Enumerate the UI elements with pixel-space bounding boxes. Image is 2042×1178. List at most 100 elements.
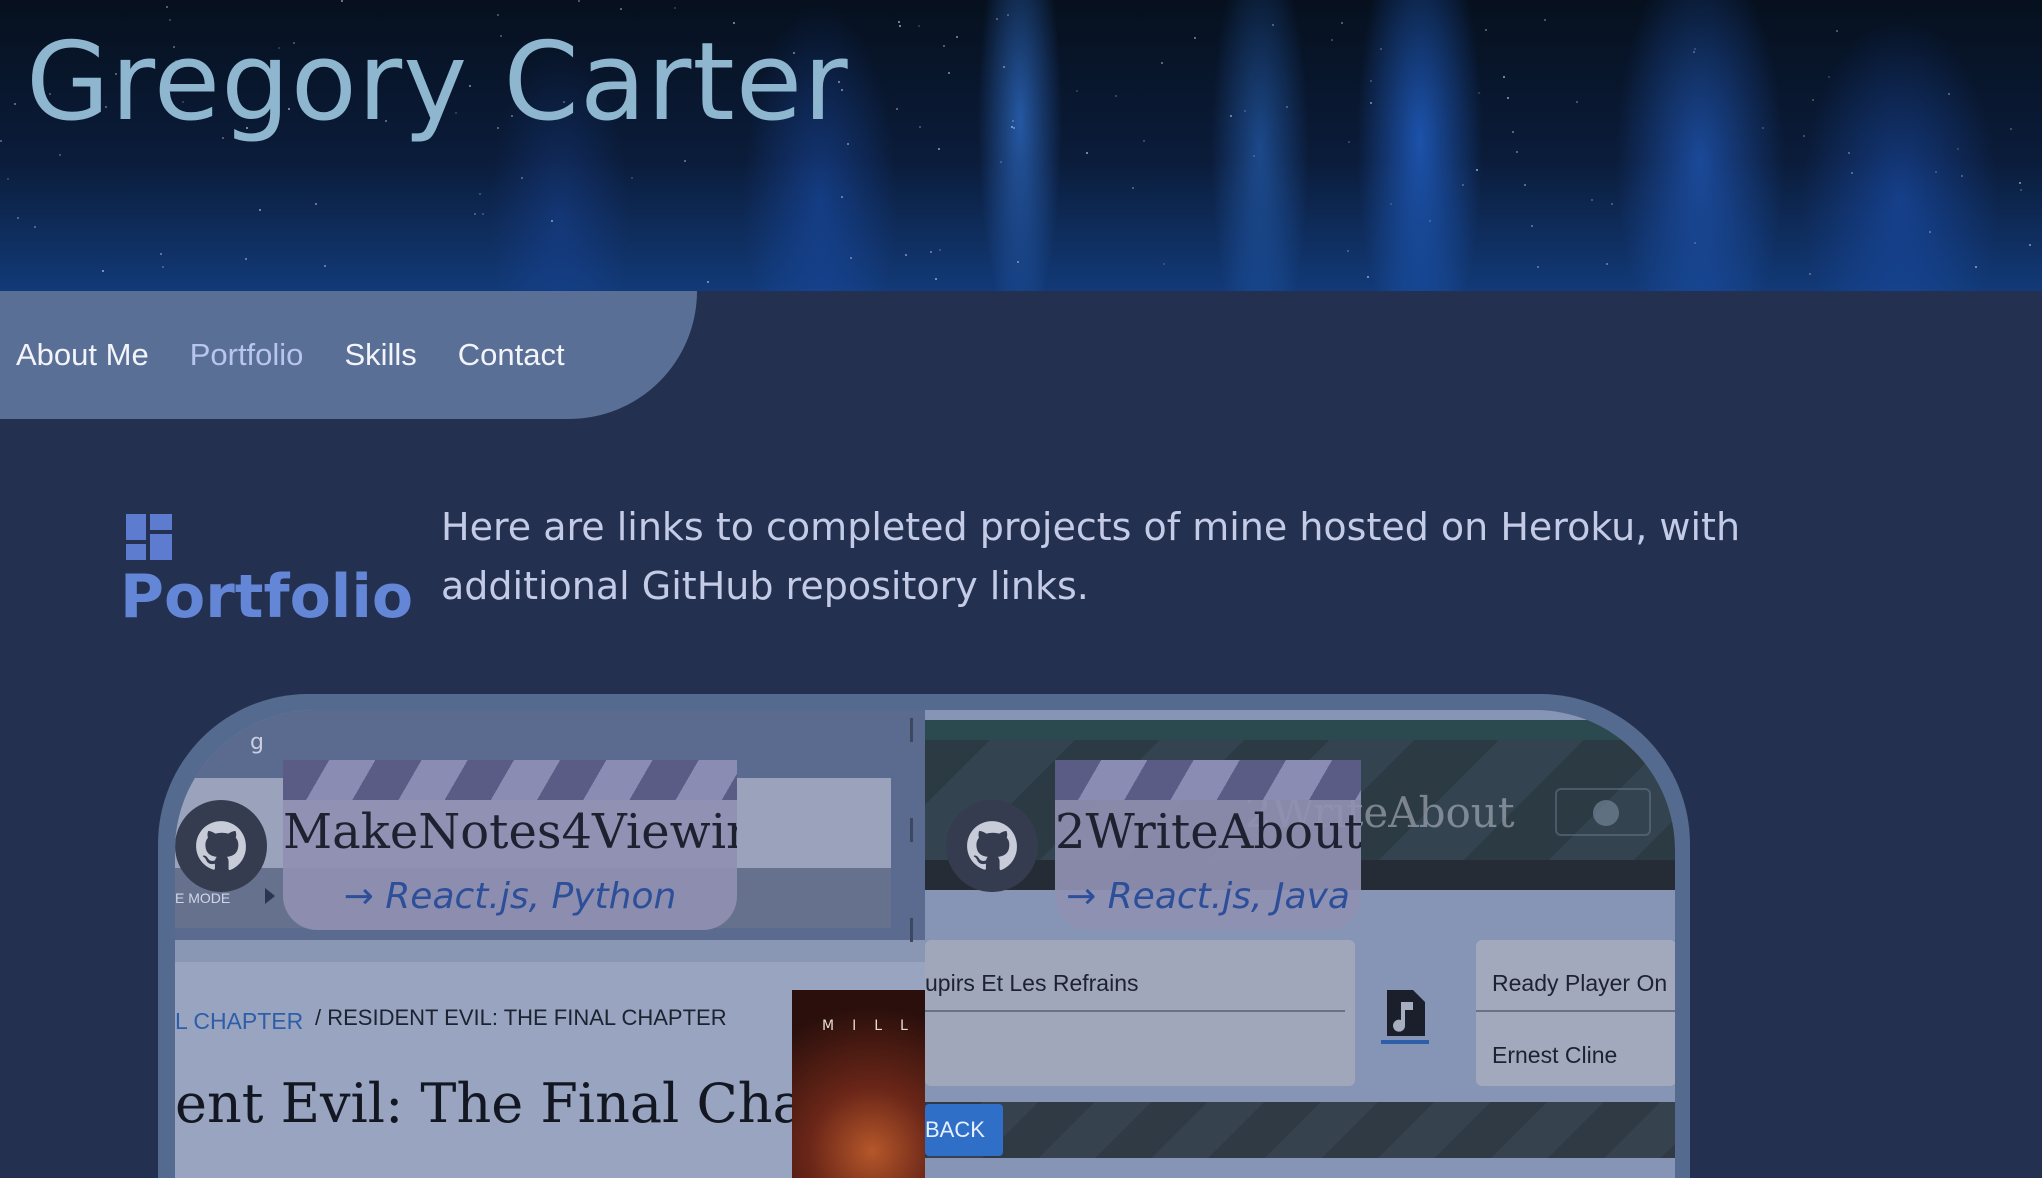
star-dot [1370, 80, 1372, 82]
github-link-2writeabout[interactable] [946, 800, 1038, 892]
project-tech: → React.js, Java [1066, 876, 1350, 917]
star-dot [1576, 101, 1578, 103]
star-dot [674, 7, 676, 9]
star-dot [1331, 39, 1333, 41]
star-dot [7, 178, 9, 180]
star-dot [1485, 29, 1487, 31]
star-dot [1531, 225, 1533, 227]
github-icon [967, 821, 1017, 871]
star-dot [1848, 152, 1850, 154]
music-note-icon [1377, 986, 1433, 1046]
divider-handle [910, 718, 913, 742]
star-dot [0, 140, 2, 142]
star-dot [1076, 90, 1078, 92]
input-value: upirs Et Les Refrains [925, 970, 1139, 996]
star-dot [1390, 203, 1392, 205]
star-dot [948, 72, 950, 74]
star-dot [1013, 127, 1015, 129]
star-dot [1948, 93, 1950, 95]
star-dot [938, 148, 940, 150]
star-dot [324, 265, 326, 267]
star-dot [905, 254, 907, 256]
star-dot [259, 209, 261, 211]
star-dot [899, 25, 901, 27]
dashboard-icon [126, 514, 172, 560]
star-dot [620, 8, 622, 10]
star-dot [1163, 263, 1165, 265]
star-dot [1611, 203, 1613, 205]
star-dot [1836, 30, 1838, 32]
star-dot [1286, 106, 1288, 108]
divider-handle [910, 918, 913, 942]
back-button: BACK [925, 1104, 1003, 1156]
star-dot [1809, 273, 1811, 275]
poster-text: MILL [822, 1018, 926, 1034]
star-dot [1132, 187, 1134, 189]
star-dot [2029, 244, 2031, 246]
nav-item-contact[interactable]: Contact [458, 337, 565, 373]
breadcrumb-link: L CHAPTER [175, 1008, 304, 1034]
star-dot [1115, 95, 1117, 97]
star-dot [2010, 128, 2012, 130]
nav-item-portfolio[interactable]: Portfolio [190, 337, 304, 373]
star-dot [474, 213, 476, 215]
star-dot [996, 18, 998, 20]
mode-label: E MODE [175, 890, 231, 906]
star-dot [930, 251, 932, 253]
star-dot [1230, 115, 1232, 117]
project-card-2writeabout[interactable]: 2WriteAbout → React.js, Java [1055, 760, 1361, 930]
github-link-makenotes[interactable] [175, 800, 267, 892]
star-dot [1244, 110, 1246, 112]
star-dot [896, 108, 898, 110]
star-dot [1012, 120, 1014, 122]
star-dot [102, 270, 104, 272]
star-dot [1476, 169, 1478, 171]
star-dot [1143, 140, 1145, 142]
star-dot [1253, 155, 1255, 157]
star-dot [521, 177, 523, 179]
star-dot [1086, 152, 1088, 154]
project-card-makenotes[interactable]: MakeNotes4Viewing → React.js, Python [283, 760, 737, 930]
star-dot [1606, 263, 1608, 265]
star-dot [684, 160, 686, 162]
star-dot [59, 154, 61, 156]
site-title: Gregory Carter [26, 20, 849, 145]
star-dot [841, 196, 843, 198]
star-dot [14, 103, 16, 105]
star-dot [245, 258, 247, 260]
star-dot [1929, 231, 1931, 233]
star-dot [1000, 161, 1002, 163]
star-dot [551, 220, 553, 222]
play-arrow-icon [265, 888, 275, 904]
nav-item-skills[interactable]: Skills [344, 337, 416, 373]
star-dot [341, 0, 343, 2]
book-author: Ernest Cline [1492, 1042, 1618, 1068]
star-dot [160, 253, 162, 255]
star-dot [578, 0, 580, 2]
star-dot [1693, 51, 1695, 53]
star-dot [1812, 99, 1814, 101]
user-icon [1555, 788, 1651, 836]
star-dot [1478, 92, 1480, 94]
movie-poster: MILL [792, 990, 925, 1178]
star-dot [919, 126, 921, 128]
input-underline [925, 1010, 1345, 1012]
project-tech: → React.js, Python [343, 876, 677, 917]
star-dot [1803, 135, 1805, 137]
star-dot [1957, 148, 1959, 150]
star-dot [1347, 250, 1349, 252]
star-dot [898, 21, 900, 23]
screenshot-top-strip [925, 720, 1675, 740]
star-dot [34, 226, 36, 228]
star-dot [1503, 76, 1505, 78]
star-dot [482, 213, 484, 215]
star-dot [1694, 242, 1696, 244]
star-dot [1348, 141, 1350, 143]
star-dot [1017, 261, 1019, 263]
star-dot [1367, 276, 1369, 278]
nav-item-about-me[interactable]: About Me [16, 337, 149, 373]
star-dot [1851, 172, 1853, 174]
portfolio-description: Here are links to completed projects of … [441, 505, 1741, 608]
star-dot [1591, 199, 1593, 201]
star-dot [707, 281, 709, 283]
